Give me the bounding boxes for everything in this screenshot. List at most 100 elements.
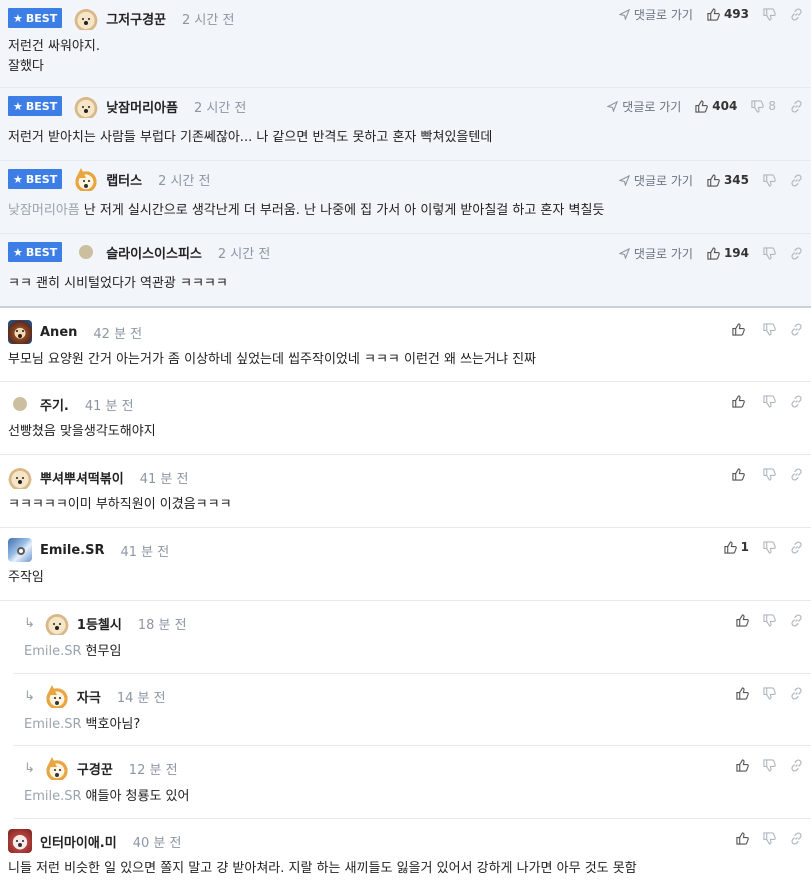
- link-icon: [791, 100, 802, 112]
- dislike-button[interactable]: [763, 394, 776, 408]
- best-badge: ★ BEST: [8, 96, 63, 116]
- avatar[interactable]: [74, 167, 99, 191]
- nickname[interactable]: 슬라이스이스피스: [106, 243, 202, 262]
- nickname[interactable]: 자극: [77, 687, 101, 706]
- link-button[interactable]: [790, 759, 803, 772]
- goto-reply-link[interactable]: 댓글로 가기: [618, 6, 693, 23]
- avatar[interactable]: [8, 829, 32, 853]
- link-button[interactable]: [790, 323, 803, 336]
- thumbs-up-icon: [736, 686, 749, 700]
- timestamp: 40 분 전: [132, 835, 182, 851]
- timestamp: 2 시간 전: [193, 100, 247, 116]
- like-button[interactable]: 345: [707, 173, 749, 187]
- like-button[interactable]: [732, 322, 749, 336]
- comment-text: ㅋㅋㅋㅋㅋ이미 부하직원이 이겼음ㅋㅋㅋ: [8, 497, 232, 512]
- avatar[interactable]: [44, 756, 69, 780]
- dislike-button[interactable]: [763, 7, 776, 21]
- link-button[interactable]: [790, 100, 803, 113]
- link-button[interactable]: [790, 541, 803, 554]
- star-icon: ★: [13, 245, 23, 259]
- like-button[interactable]: [732, 467, 749, 481]
- nickname[interactable]: 인터마이애.미: [40, 832, 117, 851]
- like-button[interactable]: [736, 686, 749, 700]
- avatar[interactable]: [44, 611, 69, 635]
- link-icon: [791, 174, 802, 186]
- avatar[interactable]: [74, 6, 99, 30]
- reply: ↳ 구경꾼 12 분 전 Emile.SR 얘들아 청룡도 있어: [14, 746, 811, 819]
- dislike-button[interactable]: [763, 758, 776, 772]
- nickname[interactable]: 주기.: [40, 395, 69, 414]
- nickname[interactable]: 뿌셔뿌셔떡볶이: [40, 468, 124, 487]
- thumbs-up-icon: [707, 7, 720, 21]
- avatar[interactable]: [8, 465, 32, 489]
- nickname[interactable]: 구경꾼: [77, 759, 113, 778]
- dislike-button[interactable]: [763, 831, 776, 845]
- nickname[interactable]: Emile.SR: [40, 543, 104, 558]
- dislike-button[interactable]: [763, 540, 776, 554]
- dislike-button[interactable]: [763, 246, 776, 260]
- nickname[interactable]: Anen: [40, 325, 77, 340]
- link-button[interactable]: [790, 832, 803, 845]
- thumbs-down-icon: [763, 322, 776, 336]
- thumbs-up-icon: [724, 540, 737, 554]
- like-button[interactable]: [736, 613, 749, 627]
- thumbs-down-icon: [763, 246, 776, 260]
- nickname[interactable]: 랩터스: [106, 170, 142, 189]
- send-icon: [618, 247, 630, 259]
- link-button[interactable]: [790, 174, 803, 187]
- link-button[interactable]: [790, 395, 803, 408]
- nickname[interactable]: 1등첼시: [77, 614, 122, 633]
- mention[interactable]: Emile.SR: [24, 644, 82, 659]
- timestamp: 2 시간 전: [217, 246, 271, 262]
- avatar[interactable]: [74, 94, 99, 118]
- comment-text: Emile.SR 백호아님?: [24, 717, 141, 732]
- avatar[interactable]: [44, 684, 69, 708]
- dislike-button[interactable]: 8: [751, 99, 776, 113]
- thumbs-down-icon: [763, 686, 776, 700]
- link-button[interactable]: [790, 8, 803, 21]
- timestamp: 14 분 전: [116, 690, 166, 706]
- dislike-button[interactable]: [763, 686, 776, 700]
- best-badge: ★ BEST: [8, 8, 63, 28]
- avatar[interactable]: [8, 320, 32, 344]
- nickname[interactable]: 그저구경꾼: [106, 9, 166, 28]
- link-button[interactable]: [790, 687, 803, 700]
- timestamp: 12 분 전: [128, 762, 178, 778]
- timestamp: 41 분 전: [84, 398, 134, 414]
- link-icon: [791, 832, 802, 844]
- thumbs-up-icon: [732, 394, 745, 408]
- best-comment: ★ BEST 슬라이스이스피스 2 시간 전 ㅋㅋ 괜히 시비털었다가 역관광 ㅋ…: [0, 234, 811, 308]
- like-button[interactable]: 404: [695, 99, 737, 113]
- nickname[interactable]: 낮잠머리아픔: [106, 97, 178, 116]
- dislike-button[interactable]: [763, 467, 776, 481]
- link-button[interactable]: [790, 247, 803, 260]
- dislike-button[interactable]: [763, 613, 776, 627]
- comment: 주기. 41 분 전 선빵쳤음 맞을생각도해야지: [0, 382, 811, 455]
- avatar[interactable]: [79, 245, 94, 259]
- thumbs-down-icon: [763, 758, 776, 772]
- mention[interactable]: 낮잠머리아픔: [8, 203, 80, 218]
- send-icon: [618, 174, 630, 186]
- goto-reply-link[interactable]: 댓글로 가기: [618, 245, 693, 262]
- like-button[interactable]: [736, 758, 749, 772]
- like-button[interactable]: 493: [707, 7, 749, 21]
- reply: ↳ 자극 14 분 전 Emile.SR 백호아님?: [14, 674, 811, 746]
- avatar[interactable]: [13, 397, 27, 411]
- thumbs-up-icon: [736, 831, 749, 845]
- best-badge: ★ BEST: [8, 169, 63, 189]
- goto-reply-link[interactable]: 댓글로 가기: [607, 98, 681, 115]
- send-icon: [607, 100, 619, 112]
- like-button[interactable]: 194: [707, 246, 749, 260]
- link-button[interactable]: [790, 614, 803, 627]
- mention[interactable]: Emile.SR: [24, 789, 82, 804]
- goto-reply-link[interactable]: 댓글로 가기: [618, 172, 693, 189]
- like-button[interactable]: [736, 831, 749, 845]
- like-button[interactable]: [732, 394, 749, 408]
- comment: 뿌셔뿌셔떡볶이 41 분 전 ㅋㅋㅋㅋㅋ이미 부하직원이 이겼음ㅋㅋㅋ: [0, 455, 811, 528]
- avatar[interactable]: [8, 538, 32, 562]
- dislike-button[interactable]: [763, 173, 776, 187]
- like-button[interactable]: 1: [724, 540, 749, 554]
- link-button[interactable]: [790, 468, 803, 481]
- mention[interactable]: Emile.SR: [24, 717, 82, 732]
- dislike-button[interactable]: [763, 322, 776, 336]
